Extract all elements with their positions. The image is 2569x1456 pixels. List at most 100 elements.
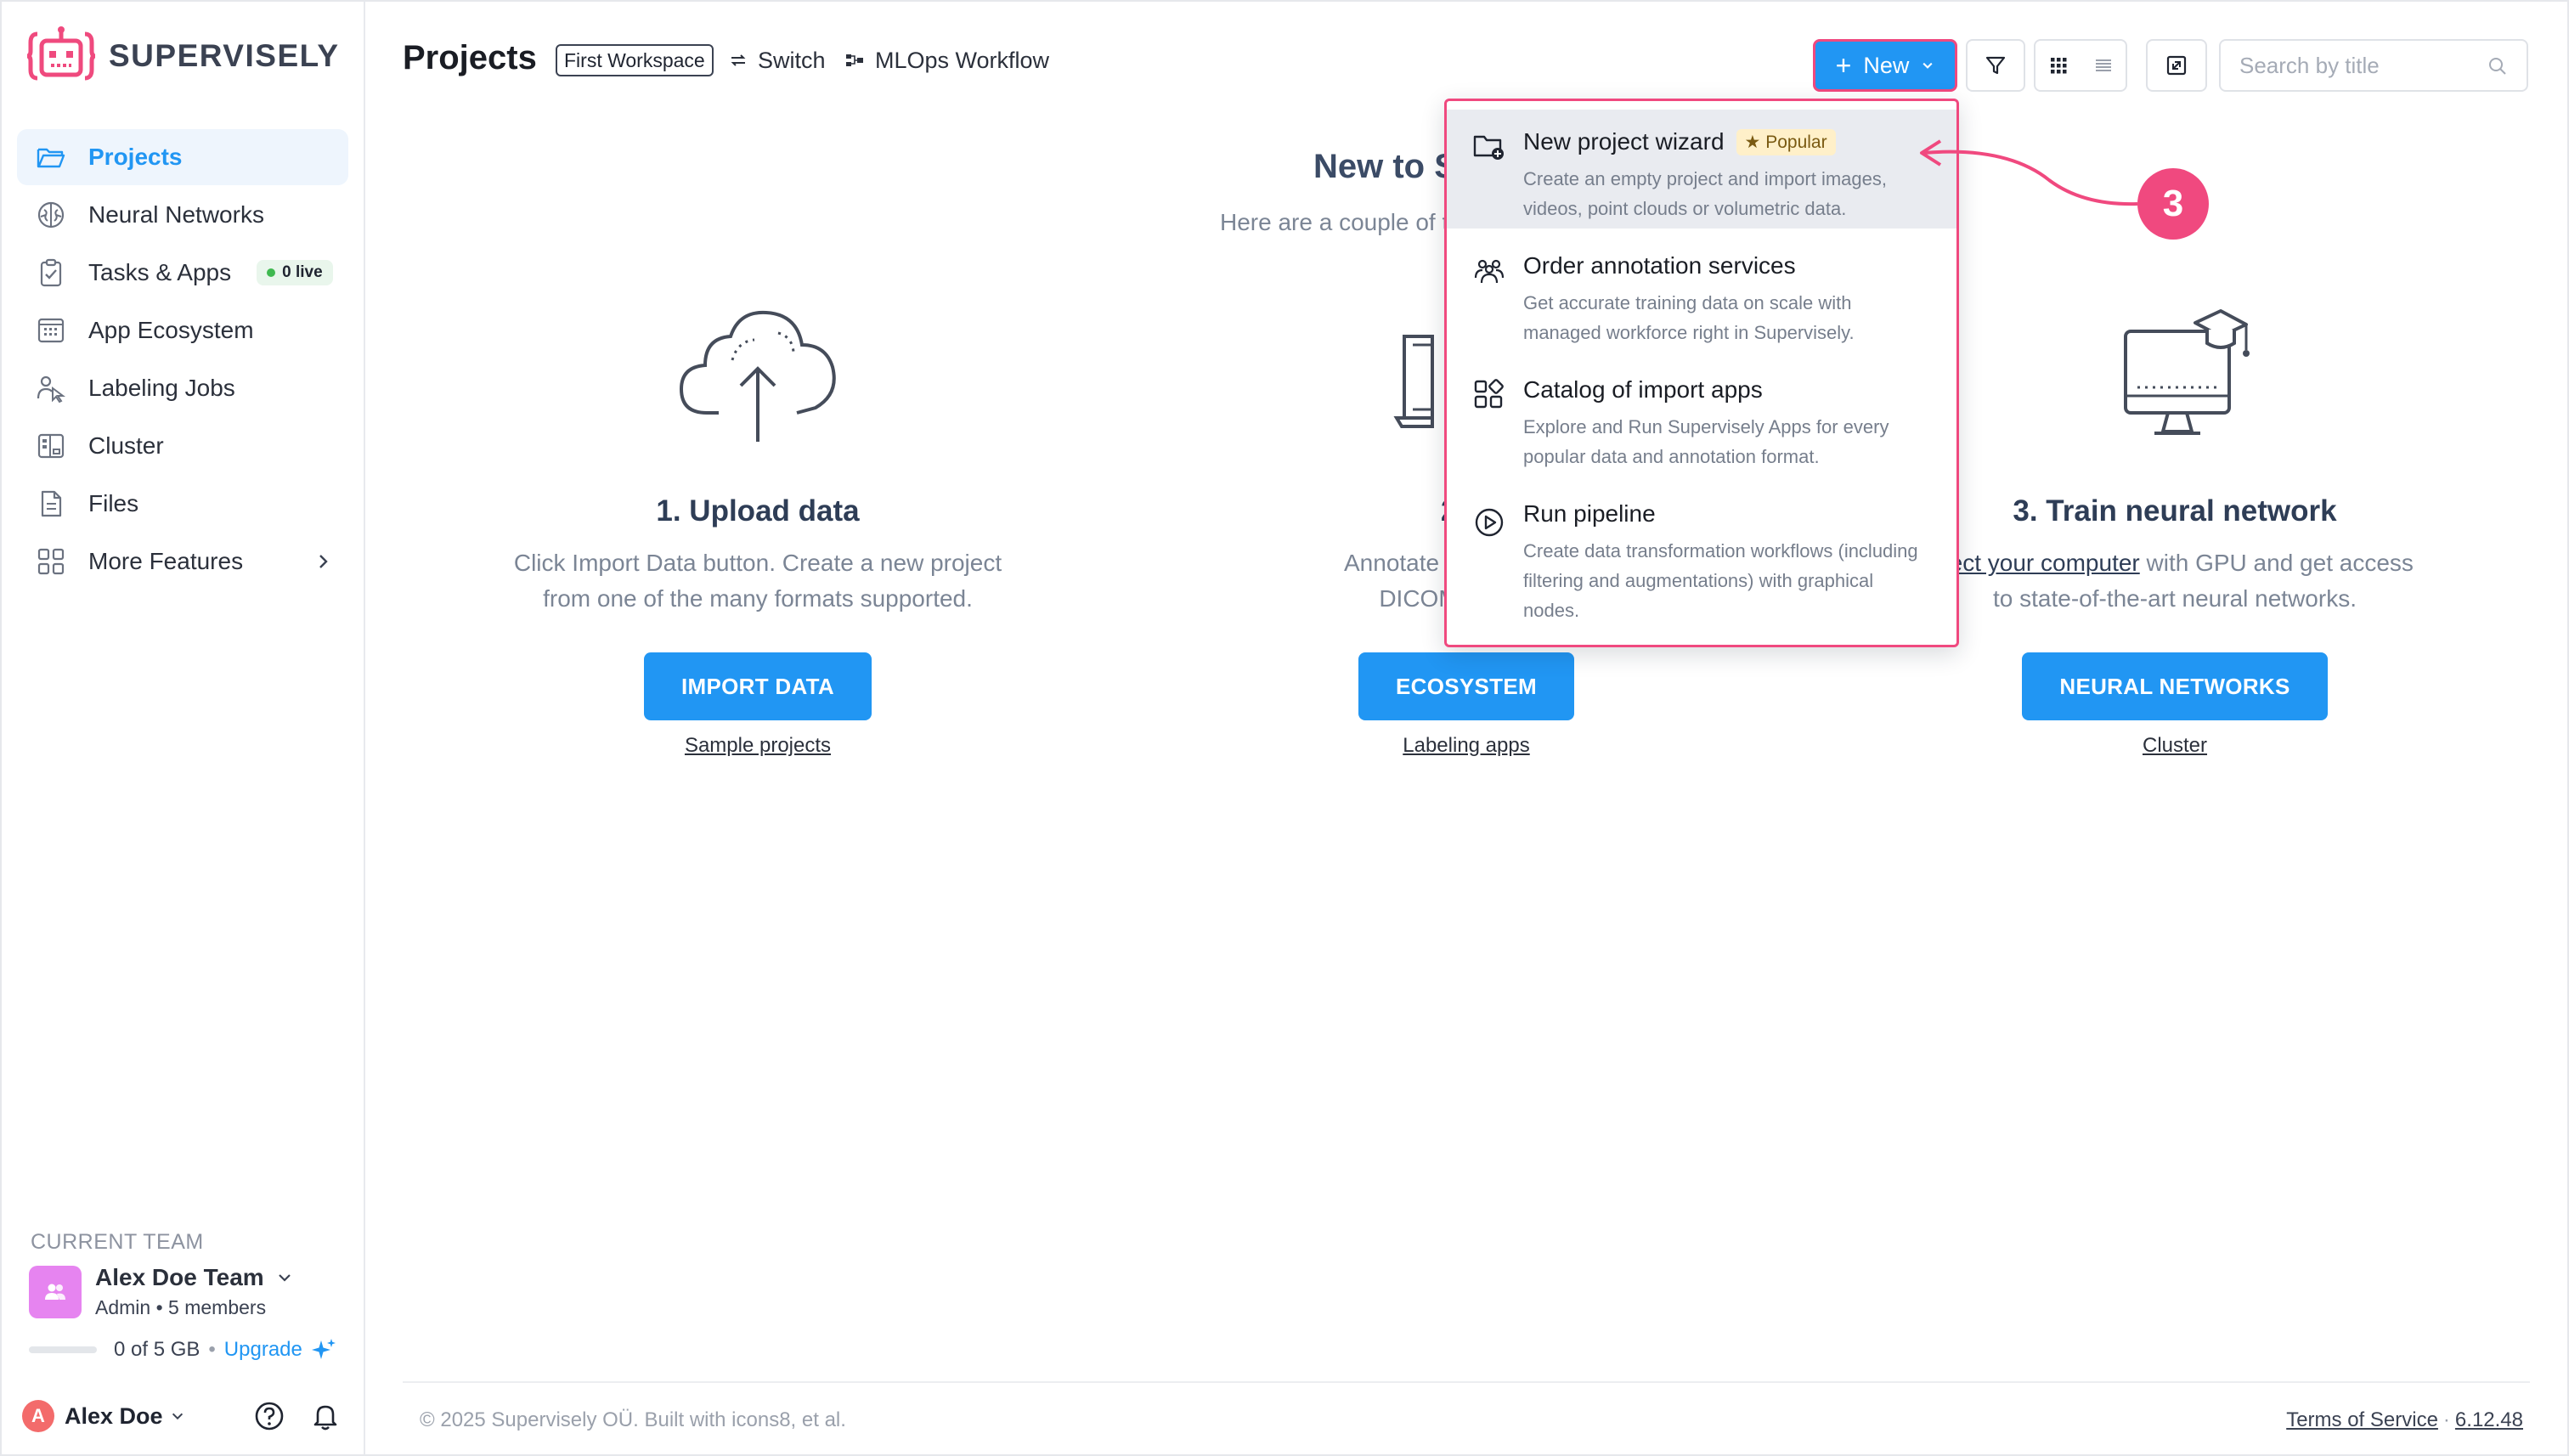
version-link[interactable]: 6.12.48 xyxy=(2455,1408,2523,1431)
chevron-down-icon xyxy=(172,1413,183,1420)
sidebar-item-label: Files xyxy=(88,490,139,516)
sidebar-item-cluster[interactable]: Cluster xyxy=(17,418,348,474)
user-menu[interactable]: A Alex Doe xyxy=(22,1400,185,1432)
graduation-monitor-icon xyxy=(1903,308,2447,452)
expand-icon xyxy=(2166,55,2187,76)
sidebar-item-labeling-jobs[interactable]: Labeling Jobs xyxy=(17,360,348,416)
grid-view-icon[interactable] xyxy=(2048,55,2069,76)
menu-item-title: Order annotation services xyxy=(1523,252,1796,279)
live-tasks-badge: 0 live xyxy=(257,260,333,285)
labeling-apps-link[interactable]: Labeling apps xyxy=(1194,734,1738,758)
popular-label: Popular xyxy=(1765,132,1827,152)
team-members: 5 members xyxy=(168,1296,267,1318)
menu-item-description: Get accurate training data on scale with… xyxy=(1523,292,1855,343)
ecosystem-button[interactable]: ECOSYSTEM xyxy=(1358,652,1574,720)
apps-catalog-icon xyxy=(1474,379,1504,409)
cloud-upload-icon xyxy=(486,308,1030,452)
sidebar-item-label: Neural Networks xyxy=(88,201,264,228)
play-circle-icon xyxy=(1475,508,1504,537)
import-data-button[interactable]: IMPORT DATA xyxy=(644,652,872,720)
user-name: Alex Doe xyxy=(65,1402,163,1429)
terms-of-service-link[interactable]: Terms of Service xyxy=(2286,1408,2438,1431)
robot-logo-icon xyxy=(27,26,95,81)
footer-links: Terms of Service · 6.12.48 xyxy=(2286,1408,2523,1432)
team-switcher[interactable]: Alex Doe Team Admin • 5 members xyxy=(29,1264,293,1319)
help-icon[interactable] xyxy=(253,1400,285,1432)
search-placeholder: Search by title xyxy=(2239,52,2380,78)
popular-badge: ★ Popular xyxy=(1736,128,1836,155)
dot-separator: • xyxy=(208,1338,216,1361)
apps-grid-icon xyxy=(36,546,66,577)
sample-projects-link[interactable]: Sample projects xyxy=(486,734,1030,758)
new-dropdown-menu: New project wizard ★ Popular Create an e… xyxy=(1444,99,1959,647)
sparkle-icon xyxy=(311,1339,336,1359)
menu-item-run-pipeline[interactable]: Run pipeline Create data transformation … xyxy=(1447,490,1956,640)
connect-computer-link[interactable]: nect your computer xyxy=(1936,550,2140,576)
team-avatar xyxy=(29,1265,82,1318)
storage-usage: 0 of 5 GB • Upgrade xyxy=(29,1337,336,1363)
logo[interactable]: SUPERVISELY xyxy=(27,25,340,87)
step-desc-line1: Click Import Data button. Create a new p… xyxy=(513,550,1002,576)
expand-button[interactable] xyxy=(2146,39,2207,92)
step-title: 1. Upload data xyxy=(656,494,860,528)
menu-item-new-project-wizard[interactable]: New project wizard ★ Popular Create an e… xyxy=(1447,110,1956,229)
dot-separator: · xyxy=(2442,1408,2450,1431)
status-dot xyxy=(267,268,276,277)
neural-networks-button[interactable]: NEURAL NETWORKS xyxy=(2022,652,2328,720)
step-callout-badge: 3 xyxy=(2137,168,2209,240)
sidebar-item-label: Cluster xyxy=(88,432,164,459)
team-name: Alex Doe Team xyxy=(95,1264,264,1290)
filter-icon xyxy=(1985,56,2006,75)
copyright-text: © 2025 Supervisely OÜ. Built with icons8… xyxy=(420,1408,846,1431)
cluster-link[interactable]: Cluster xyxy=(1903,734,2447,758)
menu-item-order-annotation[interactable]: Order annotation services Get accurate t… xyxy=(1447,242,1956,361)
menu-item-title: Run pipeline xyxy=(1523,500,1656,527)
user-actions xyxy=(253,1400,342,1432)
upgrade-link[interactable]: Upgrade xyxy=(224,1338,302,1362)
workspace-chip[interactable]: First Workspace xyxy=(556,44,714,76)
sidebar-item-files[interactable]: Files xyxy=(17,476,348,532)
new-label: New xyxy=(1863,52,1910,78)
sidebar-item-more-features[interactable]: More Features xyxy=(17,533,348,590)
sidebar-item-label: Labeling Jobs xyxy=(88,375,235,401)
sidebar-item-label: App Ecosystem xyxy=(88,317,254,343)
step-upload: 1. Upload data Click Import Data button.… xyxy=(486,308,1030,758)
search-input[interactable]: Search by title xyxy=(2219,39,2528,92)
folder-icon xyxy=(36,142,66,172)
mlops-workflow-link[interactable]: MLOps Workflow xyxy=(844,44,1049,76)
step-train: 3. Train neural network nect your comput… xyxy=(1903,308,2447,758)
welcome-title: New to S xyxy=(1313,148,1457,185)
sidebar-nav: Projects Neural Networks Tasks & Apps 0 … xyxy=(17,129,348,591)
page-title: Projects xyxy=(403,39,537,76)
sidebar-item-projects[interactable]: Projects xyxy=(17,129,348,185)
switch-workspace-link[interactable]: Switch xyxy=(729,44,826,76)
filter-button[interactable] xyxy=(1966,39,2025,92)
sidebar-item-tasks-apps[interactable]: Tasks & Apps 0 live xyxy=(17,245,348,301)
view-toggle xyxy=(2034,39,2127,92)
sidebar-item-app-ecosystem[interactable]: App Ecosystem xyxy=(17,302,348,358)
bell-icon[interactable] xyxy=(309,1400,342,1432)
live-count: 0 live xyxy=(282,263,323,281)
storage-progress-bar xyxy=(29,1346,97,1353)
sidebar-item-neural-networks[interactable]: Neural Networks xyxy=(17,187,348,243)
switch-label: Switch xyxy=(758,47,826,73)
menu-item-catalog-import-apps[interactable]: Catalog of import apps Explore and Run S… xyxy=(1447,366,1956,485)
step-description: nect your computer with GPU and get acce… xyxy=(1903,545,2447,617)
team-role: Admin xyxy=(95,1296,151,1318)
plus-icon: + xyxy=(1835,49,1852,81)
sidebar: SUPERVISELY Projects Neural Networks Tas… xyxy=(2,2,365,1454)
menu-item-title: New project wizard xyxy=(1523,128,1725,155)
new-button[interactable]: + New xyxy=(1813,39,1957,92)
list-view-icon[interactable] xyxy=(2093,55,2114,76)
chevron-right-icon xyxy=(313,550,333,578)
current-team-heading: CURRENT TEAM xyxy=(31,1230,204,1254)
callout-arrow xyxy=(1920,139,2138,206)
meta-separator: • xyxy=(155,1296,169,1318)
step-desc-line2: to state-of-the-art neural networks. xyxy=(1993,585,2357,612)
menu-item-description: Create an empty project and import image… xyxy=(1523,168,1887,219)
file-icon xyxy=(36,488,66,519)
sidebar-item-label: Projects xyxy=(88,144,183,170)
menu-item-description: Create data transformation workflows (in… xyxy=(1523,540,1918,621)
app-window: SUPERVISELY Projects Neural Networks Tas… xyxy=(0,0,2569,1456)
workflow-label: MLOps Workflow xyxy=(875,47,1050,73)
